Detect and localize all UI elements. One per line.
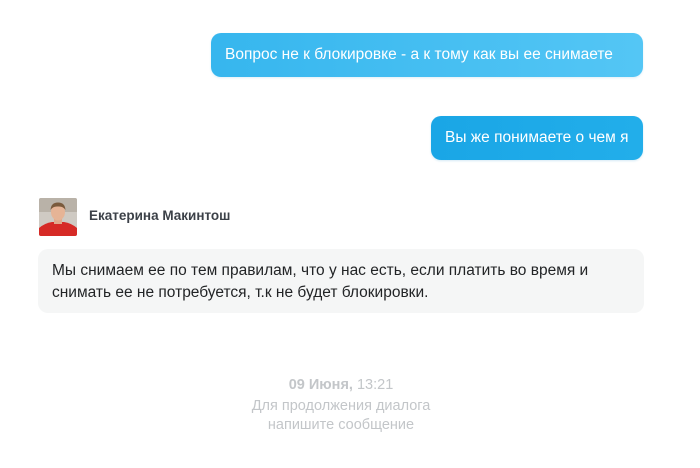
- sender-name: Екатерина Макинтош: [89, 208, 231, 223]
- message-text: Вопрос не к блокировке - а к тому как вы…: [225, 46, 613, 63]
- outgoing-message: Вопрос не к блокировке - а к тому как вы…: [211, 33, 643, 77]
- incoming-message: Мы снимаем ее по тем правилам, что у нас…: [38, 249, 644, 313]
- conversation-timestamp: 09 Июня, 13:21: [0, 376, 682, 395]
- message-text: Вы же понимаете о чем я: [445, 129, 629, 146]
- outgoing-message: Вы же понимаете о чем я: [431, 116, 643, 160]
- continue-hint-line1: Для продолжения диалога: [251, 398, 431, 414]
- user-photo-icon: [39, 198, 77, 236]
- message-text: Мы снимаем ее по тем правилам, что у нас…: [52, 262, 589, 301]
- continue-hint-line2: напишите сообщение: [267, 417, 415, 433]
- avatar: [39, 198, 77, 236]
- timestamp-time: 13:21: [356, 377, 394, 393]
- timestamp-date: 09 Июня,: [288, 377, 353, 393]
